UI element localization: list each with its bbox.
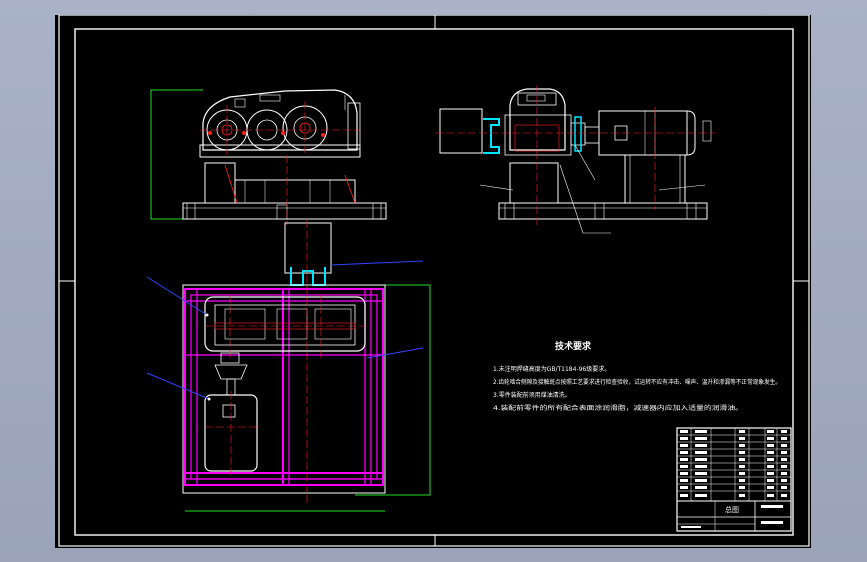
tech-requirements-title: 技术要求 bbox=[555, 340, 592, 352]
title-block-drawing-name: 总图 bbox=[725, 505, 739, 514]
tech-requirement-item: 1.未注明焊缝高度为GB/T1184-96级要求。 bbox=[493, 365, 610, 373]
tech-requirement-item: 3.零件装配前须用煤油清洗。 bbox=[493, 391, 571, 399]
tech-requirement-item: 2.齿轮啮合侧隙及接触斑点按照工艺要求进行检查验收，试运转不应有冲击、噪声、温升… bbox=[493, 378, 781, 386]
cad-viewport[interactable]: 技术要求 1.未注明焊缝高度为GB/T1184-96级要求。 2.齿轮啮合侧隙及… bbox=[55, 15, 811, 548]
title-block: 总图 bbox=[676, 427, 792, 532]
cad-drawing-canvas: 技术要求 1.未注明焊缝高度为GB/T1184-96级要求。 2.齿轮啮合侧隙及… bbox=[58, 15, 810, 547]
front-view bbox=[150, 89, 387, 225]
tech-requirement-item: 4.装配前零件的所有配合表面涂润滑脂，减速器内应加入适量的润滑油。 bbox=[493, 404, 743, 412]
side-view bbox=[435, 85, 715, 234]
plan-view bbox=[146, 220, 431, 512]
technical-requirements: 技术要求 1.未注明焊缝高度为GB/T1184-96级要求。 2.齿轮啮合侧隙及… bbox=[493, 340, 781, 412]
